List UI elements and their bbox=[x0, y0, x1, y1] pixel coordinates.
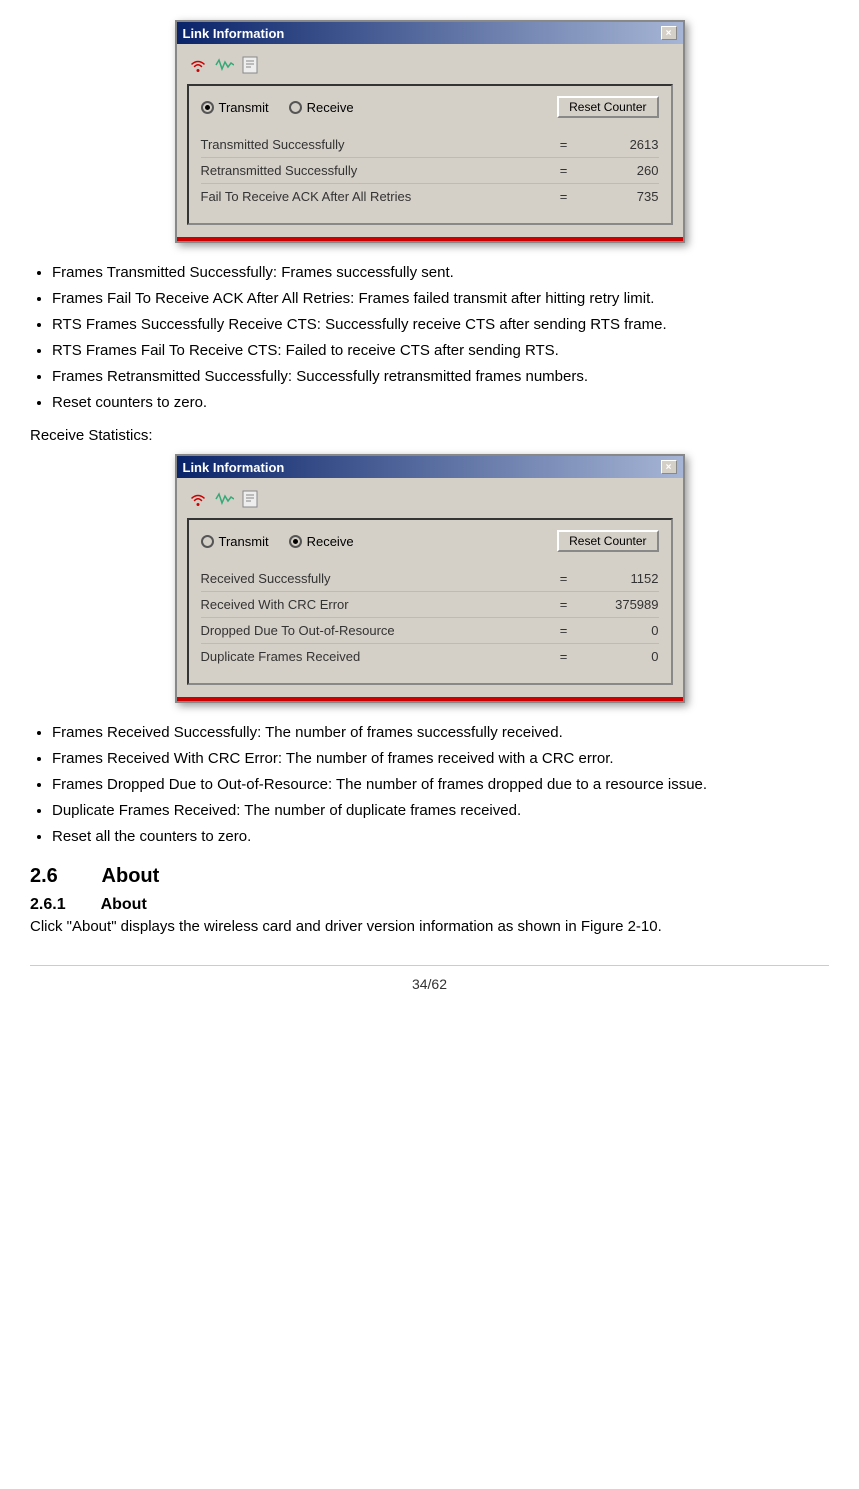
transmit-dialog: Link Information × bbox=[175, 20, 685, 243]
transmit-radio-receive[interactable]: Receive bbox=[289, 100, 354, 115]
stats-value: 0 bbox=[579, 623, 659, 638]
list-item: Duplicate Frames Received: The number of… bbox=[52, 799, 829, 823]
list-item: Frames Retransmitted Successfully: Succe… bbox=[52, 365, 829, 389]
table-row: Dropped Due To Out-of-Resource = 0 bbox=[201, 618, 659, 644]
list-item: Frames Fail To Receive ACK After All Ret… bbox=[52, 287, 829, 311]
stats-eq: = bbox=[549, 623, 579, 638]
table-row: Received With CRC Error = 375989 bbox=[201, 592, 659, 618]
receive-dialog-body: Transmit Receive Reset Counter Received … bbox=[177, 478, 683, 695]
stats-value: 2613 bbox=[579, 137, 659, 152]
stats-eq: = bbox=[549, 649, 579, 664]
stats-eq: = bbox=[549, 163, 579, 178]
transmit-dialog-toolbar bbox=[187, 52, 673, 78]
wave-icon bbox=[213, 54, 235, 76]
receive-doc-icon bbox=[239, 488, 261, 510]
receive-radio-transmit[interactable]: Transmit bbox=[201, 534, 269, 549]
stats-label: Transmitted Successfully bbox=[201, 137, 549, 152]
stats-label: Received With CRC Error bbox=[201, 597, 549, 612]
receive-stats-table: Received Successfully = 1152 Received Wi… bbox=[201, 566, 659, 669]
receive-dialog-toolbar bbox=[187, 486, 673, 512]
transmit-radio-label: Transmit bbox=[219, 100, 269, 115]
receive-dialog-inner: Transmit Receive Reset Counter Received … bbox=[187, 518, 673, 685]
stats-value: 260 bbox=[579, 163, 659, 178]
transmit-stats-table: Transmitted Successfully = 2613 Retransm… bbox=[201, 132, 659, 209]
transmit-dialog-close-button[interactable]: × bbox=[661, 26, 677, 40]
page-content: Link Information × bbox=[30, 20, 829, 992]
list-item: Reset all the counters to zero. bbox=[52, 825, 829, 849]
table-row: Received Successfully = 1152 bbox=[201, 566, 659, 592]
stats-value: 375989 bbox=[579, 597, 659, 612]
section-2-6-number: 2.6 bbox=[30, 865, 58, 887]
receive-dialog-close-button[interactable]: × bbox=[661, 460, 677, 474]
section-2-6-1-body: Click "About" displays the wireless card… bbox=[30, 918, 829, 935]
section-2-6-1-heading: 2.6.1 About bbox=[30, 896, 829, 914]
transmit-dialog-titlebar: Link Information × bbox=[177, 22, 683, 44]
receive-dialog-title: Link Information bbox=[183, 460, 285, 475]
receive-radio-label: Receive bbox=[307, 100, 354, 115]
table-row: Duplicate Frames Received = 0 bbox=[201, 644, 659, 669]
stats-value: 1152 bbox=[579, 571, 659, 586]
list-item: Reset counters to zero. bbox=[52, 391, 829, 415]
transmit-radio-row: Transmit Receive Reset Counter bbox=[201, 96, 659, 118]
transmit-radio-circle bbox=[201, 101, 214, 114]
receive-wifi-icon bbox=[187, 488, 209, 510]
table-row: Transmitted Successfully = 2613 bbox=[201, 132, 659, 158]
table-row: Retransmitted Successfully = 260 bbox=[201, 158, 659, 184]
receive-wave-icon bbox=[213, 488, 235, 510]
stats-label: Received Successfully bbox=[201, 571, 549, 586]
stats-eq: = bbox=[549, 137, 579, 152]
list-item: RTS Frames Successfully Receive CTS: Suc… bbox=[52, 313, 829, 337]
transmit-radio-transmit[interactable]: Transmit bbox=[201, 100, 269, 115]
stats-value: 735 bbox=[579, 189, 659, 204]
transmit-reset-counter-button[interactable]: Reset Counter bbox=[557, 96, 658, 118]
transmit-dialog-body: Transmit Receive Reset Counter Transmitt… bbox=[177, 44, 683, 235]
receive-bullet-list: Frames Received Successfully: The number… bbox=[52, 721, 829, 849]
transmit-dialog-title: Link Information bbox=[183, 26, 285, 41]
stats-label: Fail To Receive ACK After All Retries bbox=[201, 189, 549, 204]
stats-label: Dropped Due To Out-of-Resource bbox=[201, 623, 549, 638]
receive-transmit-radio-label: Transmit bbox=[219, 534, 269, 549]
section-2-6-heading: 2.6 About bbox=[30, 865, 829, 888]
list-item: Frames Received Successfully: The number… bbox=[52, 721, 829, 745]
doc-icon bbox=[239, 54, 261, 76]
section-2-6-1-number: 2.6.1 bbox=[30, 896, 66, 913]
section-2-6-1-title: About bbox=[101, 896, 147, 913]
section-2-6-title: About bbox=[102, 865, 160, 887]
receive-dialog-titlebar: Link Information × bbox=[177, 456, 683, 478]
table-row: Fail To Receive ACK After All Retries = … bbox=[201, 184, 659, 209]
transmit-dialog-border-bottom bbox=[177, 237, 683, 241]
stats-eq: = bbox=[549, 597, 579, 612]
stats-value: 0 bbox=[579, 649, 659, 664]
transmit-bullet-list: Frames Transmitted Successfully: Frames … bbox=[52, 261, 829, 415]
receive-radio-receive[interactable]: Receive bbox=[289, 534, 354, 549]
list-item: Frames Dropped Due to Out-of-Resource: T… bbox=[52, 773, 829, 797]
transmit-dialog-container: Link Information × bbox=[30, 20, 829, 243]
wifi-icon bbox=[187, 54, 209, 76]
transmit-dialog-inner: Transmit Receive Reset Counter Transmitt… bbox=[187, 84, 673, 225]
list-item: Frames Transmitted Successfully: Frames … bbox=[52, 261, 829, 285]
page-footer: 34/62 bbox=[30, 965, 829, 992]
receive-radio-row: Transmit Receive Reset Counter bbox=[201, 530, 659, 552]
page-number: 34/62 bbox=[412, 976, 447, 992]
receive-section-label: Receive Statistics: bbox=[30, 427, 829, 444]
receive-dialog-container: Link Information × bbox=[30, 454, 829, 703]
receive-receive-radio-circle bbox=[289, 535, 302, 548]
receive-dialog: Link Information × bbox=[175, 454, 685, 703]
stats-eq: = bbox=[549, 189, 579, 204]
list-item: Frames Received With CRC Error: The numb… bbox=[52, 747, 829, 771]
receive-radio-circle bbox=[289, 101, 302, 114]
stats-eq: = bbox=[549, 571, 579, 586]
receive-dialog-border-bottom bbox=[177, 697, 683, 701]
receive-receive-radio-label: Receive bbox=[307, 534, 354, 549]
stats-label: Retransmitted Successfully bbox=[201, 163, 549, 178]
list-item: RTS Frames Fail To Receive CTS: Failed t… bbox=[52, 339, 829, 363]
stats-label: Duplicate Frames Received bbox=[201, 649, 549, 664]
receive-transmit-radio-circle bbox=[201, 535, 214, 548]
receive-reset-counter-button[interactable]: Reset Counter bbox=[557, 530, 658, 552]
